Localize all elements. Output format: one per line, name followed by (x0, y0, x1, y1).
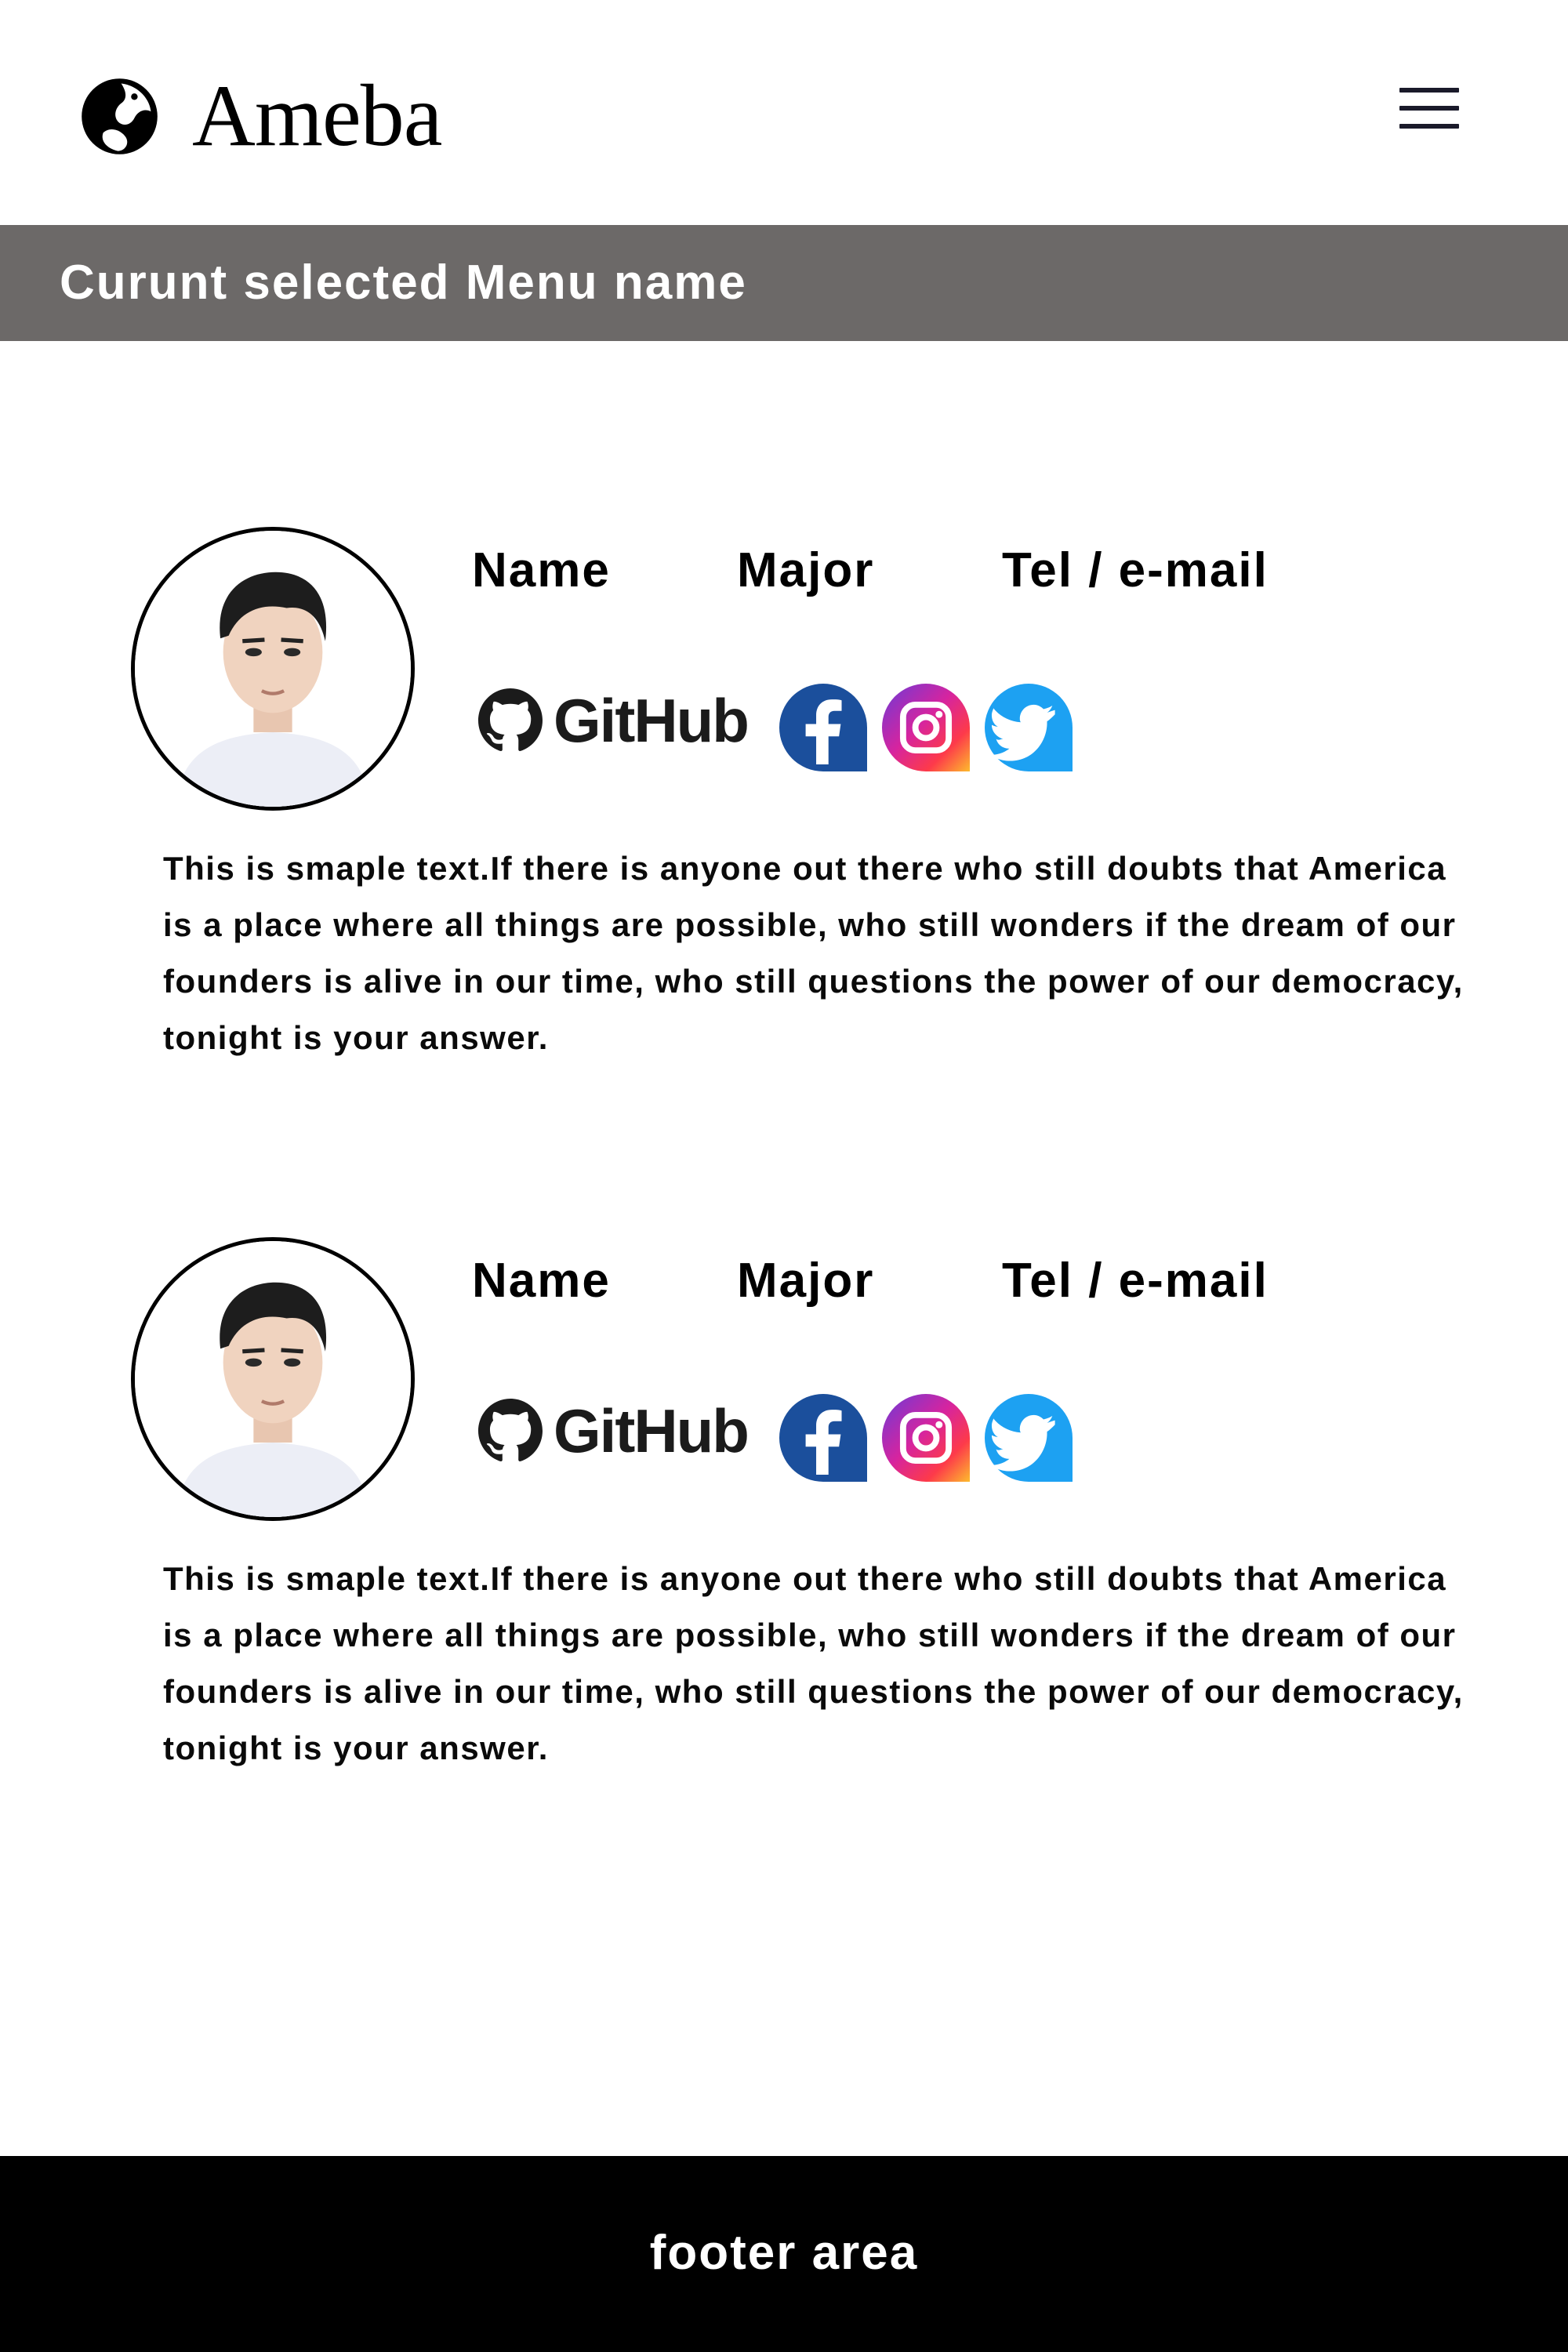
major-label: Major (737, 1254, 875, 1308)
twitter-icon[interactable] (985, 1394, 1073, 1482)
bio-text: This is smaple text.If there is anyone o… (163, 850, 1464, 1056)
major-label: Major (737, 543, 875, 597)
github-link[interactable]: GitHub (478, 1396, 750, 1465)
logo-text: Ameba (192, 67, 442, 165)
facebook-icon[interactable] (779, 1394, 867, 1482)
instagram-icon[interactable] (882, 1394, 970, 1482)
contact-label: Tel / e-mail (1002, 1254, 1269, 1308)
profile-card: Name Major Tel / e-mail GitHub This is s… (0, 1237, 1568, 1802)
name-label: Name (472, 1254, 611, 1308)
github-icon (478, 688, 543, 751)
instagram-icon[interactable] (882, 684, 970, 771)
avatar (131, 527, 415, 811)
name-label: Name (472, 543, 611, 597)
github-icon (478, 1399, 543, 1461)
facebook-icon[interactable] (779, 684, 867, 771)
current-menu-title: Curunt selected Menu name (60, 256, 747, 310)
header: Ameba (0, 0, 1568, 225)
github-label: GitHub (554, 686, 750, 755)
contact-label: Tel / e-mail (1002, 543, 1269, 597)
profile-photo (135, 1241, 411, 1517)
twitter-icon[interactable] (985, 684, 1073, 771)
avatar (131, 1237, 415, 1521)
profile-card: Name Major Tel / e-mail GitHub This is s… (0, 527, 1568, 1091)
footer-text: footer area (649, 2226, 919, 2280)
profile-photo (135, 531, 411, 807)
current-menu-bar: Curunt selected Menu name (0, 225, 1568, 341)
github-link[interactable]: GitHub (478, 686, 750, 755)
logo[interactable]: Ameba (78, 67, 442, 165)
ameba-logo-icon (82, 78, 158, 154)
bio-text: This is smaple text.If there is anyone o… (163, 1560, 1464, 1766)
footer: footer area (0, 2156, 1568, 2352)
hamburger-menu-icon[interactable] (1399, 86, 1462, 133)
github-label: GitHub (554, 1396, 750, 1465)
